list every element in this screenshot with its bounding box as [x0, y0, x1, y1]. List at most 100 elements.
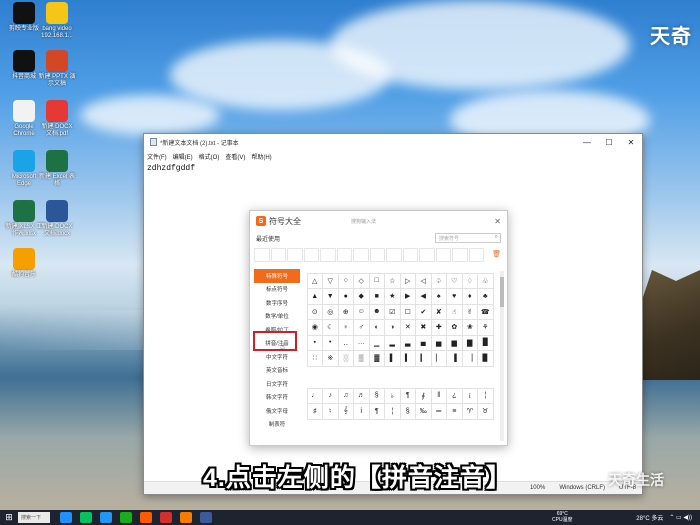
- recent-symbol-slot[interactable]: [369, 248, 385, 262]
- recent-symbol-slot[interactable]: [435, 248, 451, 262]
- recent-symbol-slot[interactable]: [452, 248, 468, 262]
- symbol-cell[interactable]: ▄: [415, 334, 432, 351]
- notepad-text-area[interactable]: zdhzdfgddf: [144, 162, 642, 175]
- scrollbar-thumb[interactable]: [500, 277, 504, 307]
- symbol-cell[interactable]: ∮: [415, 387, 432, 404]
- symbol-cell[interactable]: ▽: [322, 272, 339, 289]
- symbol-cell[interactable]: ♀: [337, 319, 354, 336]
- symbol-cell[interactable]: ▆: [446, 334, 463, 351]
- notepad-titlebar[interactable]: *新建文本文档 (2).txt - 记事本 — ☐ ✕: [144, 134, 642, 150]
- symbol-cell[interactable]: ░: [337, 350, 354, 367]
- symbol-cell[interactable]: ◀: [415, 288, 432, 305]
- symbol-cell[interactable]: ◎: [322, 303, 339, 320]
- symbol-cell[interactable]: ☺: [353, 303, 370, 320]
- recent-symbol-slot[interactable]: [270, 248, 286, 262]
- symbol-cell[interactable]: ▼: [322, 288, 339, 305]
- close-button[interactable]: ✕: [620, 138, 642, 147]
- desktop-icon[interactable]: 新建 PPTX 演示文稿: [38, 50, 76, 88]
- menu-edit[interactable]: 编辑(E): [173, 152, 193, 161]
- symbol-cell[interactable]: ¶: [368, 403, 385, 420]
- category-item[interactable]: 英文音标: [252, 364, 302, 378]
- symbol-cell[interactable]: ⚘: [477, 319, 494, 336]
- symbol-cell[interactable]: █: [477, 334, 494, 351]
- symbol-cell[interactable]: ♣: [477, 288, 494, 305]
- trash-icon[interactable]: 🗑: [492, 250, 501, 258]
- desktop-icon[interactable]: 新建 DOCX 文档.pdf: [38, 100, 76, 138]
- category-item[interactable]: 制表符: [252, 418, 302, 432]
- symbol-cell[interactable]: ◑: [384, 319, 401, 336]
- taskbar-app-icon[interactable]: [160, 512, 172, 523]
- symbol-cell[interactable]: ▇: [461, 334, 478, 351]
- symbol-cell[interactable]: ✌: [461, 303, 478, 320]
- symbol-cell[interactable]: ▁: [368, 334, 385, 351]
- symbol-cell[interactable]: ❀: [461, 319, 478, 336]
- symbol-cell[interactable]: ☆: [384, 272, 401, 289]
- symbol-cell[interactable]: ✚: [430, 319, 447, 336]
- symbol-cell[interactable]: ▷: [399, 272, 416, 289]
- start-button[interactable]: ⊞: [0, 512, 18, 523]
- symbol-cell[interactable]: ✖: [415, 319, 432, 336]
- symbol-cell[interactable]: ♉: [477, 403, 494, 420]
- symbol-cell[interactable]: ⊕: [337, 303, 354, 320]
- category-item[interactable]: 特殊符号: [254, 269, 300, 283]
- symbol-cell[interactable]: ♦: [461, 288, 478, 305]
- category-item[interactable]: 中文字符: [252, 350, 302, 364]
- category-item[interactable]: 数字序号: [252, 296, 302, 310]
- taskbar-app-icon[interactable]: [120, 512, 132, 523]
- symbol-cell[interactable]: ¦: [477, 387, 494, 404]
- recent-symbol-slot[interactable]: [303, 248, 319, 262]
- search-icon[interactable]: ⌕: [495, 234, 498, 241]
- symbol-cell[interactable]: ✿: [446, 319, 463, 336]
- symbol-cell[interactable]: ▲: [306, 288, 323, 305]
- symbol-cell[interactable]: §: [399, 403, 416, 420]
- symbol-cell[interactable]: ♢: [461, 272, 478, 289]
- menu-file[interactable]: 文件(F): [147, 152, 167, 161]
- desktop-icon[interactable]: 酷狗音乐: [5, 248, 43, 279]
- recent-symbol-slot[interactable]: [386, 248, 402, 262]
- symbol-cell[interactable]: ‥: [337, 334, 354, 351]
- symbol-cell[interactable]: ▌: [384, 350, 401, 367]
- symbol-cell[interactable]: ¶: [399, 387, 416, 404]
- symbol-cell[interactable]: ▪: [306, 334, 323, 351]
- symbol-cell[interactable]: ✔: [415, 303, 432, 320]
- symbol-cell[interactable]: ▎: [415, 350, 432, 367]
- category-item[interactable]: 标点符号: [252, 283, 302, 297]
- taskbar-app-icon[interactable]: [180, 512, 192, 523]
- symbol-cell[interactable]: ♂: [353, 319, 370, 336]
- symbol-cell[interactable]: ♯: [306, 403, 323, 420]
- symbol-cell[interactable]: ◐: [368, 319, 385, 336]
- symbol-cell[interactable]: ♬: [353, 387, 370, 404]
- symbol-cell[interactable]: ♡: [446, 272, 463, 289]
- symbol-cell[interactable]: ▂: [384, 334, 401, 351]
- symbol-cell[interactable]: ◆: [353, 288, 370, 305]
- symbol-search-input[interactable]: 搜索符号 ⌕: [435, 233, 501, 243]
- symbol-cell[interactable]: ♩: [306, 387, 323, 404]
- menu-help[interactable]: 帮助(H): [251, 152, 271, 161]
- taskbar-app-icon[interactable]: [140, 512, 152, 523]
- recent-symbol-slot[interactable]: [468, 248, 484, 262]
- symbol-cell[interactable]: ▕: [461, 350, 478, 367]
- desktop-icon[interactable]: 新建 Excel 表格: [38, 150, 76, 188]
- symbol-dialog[interactable]: S 符号大全 搜狗输入法 ✕ 最近使用 搜索符号 ⌕ 🗑 特殊符号 标点符号 数字序…: [249, 210, 508, 446]
- taskbar-app-icon[interactable]: [80, 512, 92, 523]
- symbol-cell[interactable]: ●: [337, 288, 354, 305]
- recent-symbol-slot[interactable]: [419, 248, 435, 262]
- symbol-cell[interactable]: ▐: [446, 350, 463, 367]
- taskbar-app-icon[interactable]: [60, 512, 72, 523]
- symbol-cell[interactable]: ▉: [477, 350, 494, 367]
- taskbar-app-icon[interactable]: [200, 512, 212, 523]
- symbol-cell[interactable]: ▏: [430, 350, 447, 367]
- tray-icons[interactable]: ⌃ ▭ ◀)): [669, 514, 692, 521]
- symbol-cell[interactable]: ▅: [430, 334, 447, 351]
- symbol-cell[interactable]: ¡: [461, 387, 478, 404]
- symbol-cell[interactable]: ◉: [306, 319, 323, 336]
- desktop-icon[interactable]: bang video 192.168.1...: [38, 2, 76, 40]
- symbol-cell[interactable]: ¦: [384, 403, 401, 420]
- maximize-button[interactable]: ☐: [598, 138, 620, 147]
- close-icon[interactable]: ✕: [494, 217, 501, 226]
- symbol-cell[interactable]: ▒: [353, 350, 370, 367]
- taskbar-search[interactable]: 搜索一下: [18, 512, 50, 523]
- symbol-cell[interactable]: ═: [430, 403, 447, 420]
- symbol-cell[interactable]: ‰: [415, 403, 432, 420]
- symbol-cell[interactable]: ▍: [399, 350, 416, 367]
